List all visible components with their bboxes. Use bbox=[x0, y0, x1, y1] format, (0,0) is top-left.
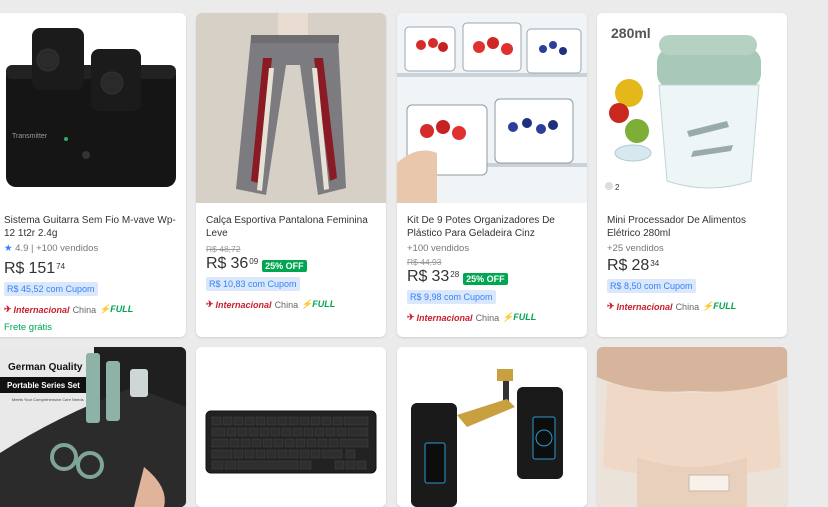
product-card[interactable]: German Quality Portable Series Set Meets… bbox=[0, 347, 186, 507]
product-image[interactable] bbox=[196, 13, 386, 203]
rating-value: 4.9 bbox=[15, 243, 29, 254]
promo-note: Meets Your Comprehensive Care Needs bbox=[12, 397, 84, 402]
product-image[interactable] bbox=[597, 347, 787, 507]
intl-label: Internacional bbox=[215, 299, 272, 310]
price-int: 28 bbox=[631, 257, 650, 274]
origin-label: China bbox=[72, 304, 97, 315]
product-card[interactable] bbox=[397, 347, 587, 507]
full-badge: ⚡FULL bbox=[99, 304, 134, 314]
origin-label: China bbox=[274, 299, 299, 310]
price-cents: 34 bbox=[650, 259, 660, 268]
intl-label: Internacional bbox=[616, 301, 673, 312]
free-shipping: Frete grátis bbox=[4, 322, 53, 333]
currency: R$ bbox=[206, 255, 227, 272]
international-badge: ✈ Internacional China ⚡FULL bbox=[4, 304, 178, 315]
product-image[interactable]: Transmitter bbox=[0, 13, 186, 203]
old-price: R$ 44,93 bbox=[407, 257, 442, 267]
volume-label: 280ml bbox=[611, 25, 651, 41]
promo-title: German Quality bbox=[8, 362, 83, 373]
coupon-badge[interactable]: R$ 8,50 com Cupom bbox=[607, 279, 696, 293]
price-int: 33 bbox=[431, 268, 450, 285]
product-price: R$ 151 74 bbox=[4, 260, 178, 278]
image-count: 2 bbox=[615, 183, 620, 192]
price-int: 151 bbox=[28, 260, 56, 277]
full-label: FULL bbox=[312, 299, 336, 309]
price-cents: 28 bbox=[450, 270, 460, 279]
plane-icon: ✈ bbox=[607, 301, 615, 311]
sold-count: +100 vendidos bbox=[407, 243, 470, 254]
full-badge: ⚡FULL bbox=[502, 312, 537, 322]
intl-label: Internacional bbox=[13, 304, 70, 315]
product-image[interactable] bbox=[397, 13, 587, 203]
international-badge: ✈ Internacional China ⚡FULL bbox=[407, 312, 579, 323]
product-price: R$ 36 09 25% OFF bbox=[206, 255, 378, 273]
coupon-badge[interactable]: R$ 45,52 com Cupom bbox=[4, 282, 98, 296]
product-card[interactable] bbox=[597, 347, 787, 507]
full-label: FULL bbox=[513, 312, 537, 322]
product-image[interactable]: 280ml 2 bbox=[597, 13, 787, 203]
currency: R$ bbox=[607, 257, 628, 274]
full-label: FULL bbox=[713, 301, 737, 311]
price-int: 36 bbox=[230, 255, 249, 272]
product-image[interactable] bbox=[196, 347, 386, 507]
product-price: R$ 33 28 25% OFF bbox=[407, 268, 579, 286]
international-badge: ✈ Internacional China ⚡FULL bbox=[607, 301, 779, 312]
product-rating: ★ 4.9 | +100 vendidos bbox=[4, 243, 178, 254]
transmitter-label: Transmitter bbox=[12, 133, 48, 140]
product-card[interactable] bbox=[196, 347, 386, 507]
currency: R$ bbox=[407, 268, 428, 285]
plane-icon: ✈ bbox=[206, 299, 214, 309]
sold-count: +25 vendidos bbox=[607, 243, 664, 254]
intl-label: Internacional bbox=[416, 312, 473, 323]
product-card[interactable]: Transmitter Sistema Guitarra Sem Fio M-v… bbox=[0, 13, 186, 337]
plane-icon: ✈ bbox=[4, 304, 12, 314]
sold-count: | +100 vendidos bbox=[31, 243, 99, 254]
full-badge: ⚡FULL bbox=[702, 301, 737, 311]
product-card[interactable]: Calça Esportiva Pantalona Feminina Leve … bbox=[196, 13, 386, 337]
product-title[interactable]: Kit De 9 Potes Organizadores De Plástico… bbox=[407, 214, 579, 240]
currency: R$ bbox=[4, 260, 25, 277]
price-cents: 09 bbox=[249, 257, 259, 266]
full-label: FULL bbox=[110, 304, 134, 314]
product-card[interactable]: 280ml 2 Mini Processador De Alimentos El… bbox=[597, 13, 787, 337]
product-image[interactable]: German Quality Portable Series Set Meets… bbox=[0, 347, 186, 507]
origin-label: China bbox=[675, 301, 700, 312]
star-icon: ★ bbox=[4, 243, 13, 254]
full-badge: ⚡FULL bbox=[301, 299, 336, 309]
promo-subtitle: Portable Series Set bbox=[7, 381, 80, 390]
coupon-badge[interactable]: R$ 9,98 com Cupom bbox=[407, 290, 496, 304]
coupon-badge[interactable]: R$ 10,83 com Cupom bbox=[206, 277, 300, 291]
international-badge: ✈ Internacional China ⚡FULL bbox=[206, 299, 378, 310]
product-title[interactable]: Sistema Guitarra Sem Fio M-vave Wp-12 1t… bbox=[4, 214, 178, 240]
origin-label: China bbox=[475, 312, 500, 323]
discount-badge: 25% OFF bbox=[262, 259, 307, 272]
product-image[interactable] bbox=[397, 347, 587, 507]
product-card[interactable]: Kit De 9 Potes Organizadores De Plástico… bbox=[397, 13, 587, 337]
product-price: R$ 28 34 bbox=[607, 257, 779, 275]
discount-badge: 25% OFF bbox=[463, 272, 508, 285]
old-price: R$ 48,72 bbox=[206, 244, 241, 254]
price-cents: 74 bbox=[56, 262, 66, 271]
product-title[interactable]: Mini Processador De Alimentos Elétrico 2… bbox=[607, 214, 779, 240]
product-title[interactable]: Calça Esportiva Pantalona Feminina Leve bbox=[206, 214, 378, 240]
plane-icon: ✈ bbox=[407, 312, 415, 322]
